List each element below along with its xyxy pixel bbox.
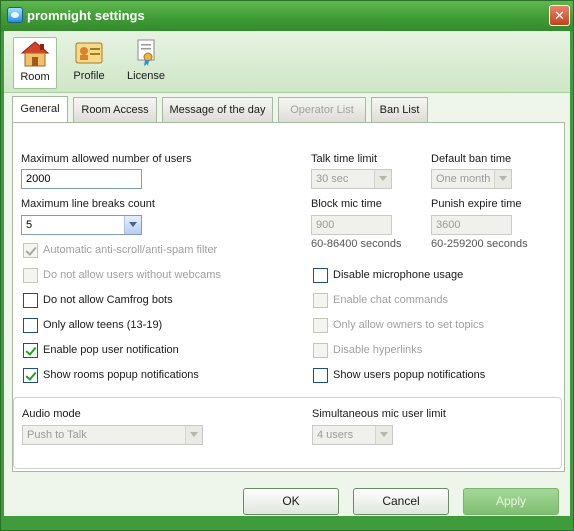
checkbox-label: Only allow owners to set topics xyxy=(333,319,485,331)
max-line-breaks-value: 5 xyxy=(26,219,33,231)
talk-time-limit-select[interactable]: 30 sec xyxy=(311,169,392,189)
settings-window: promnight settings ✕ Room Profile Licens… xyxy=(0,0,574,531)
block-mic-time-label: Block mic time xyxy=(311,198,382,210)
toolbar-label: Profile xyxy=(73,70,105,82)
max-line-breaks-select[interactable]: 5 xyxy=(21,215,142,235)
checkbox-box[interactable] xyxy=(23,268,38,283)
checkbox-box[interactable] xyxy=(23,343,38,358)
checkbox-box[interactable] xyxy=(23,318,38,333)
audio-group: Audio mode Push to Talk Simultaneous mic… xyxy=(13,397,562,469)
block-mic-time-input[interactable]: 900 xyxy=(311,215,392,235)
talk-time-limit-label: Talk time limit xyxy=(311,153,378,165)
punish-expire-time-label: Punish expire time xyxy=(431,198,522,210)
default-ban-time-label: Default ban time xyxy=(431,153,512,165)
app-icon xyxy=(7,7,23,23)
toolbar-label: Room xyxy=(20,71,50,83)
tab-operator-list[interactable]: Operator List xyxy=(278,97,366,123)
checkbox-label: Show users popup notifications xyxy=(333,369,486,381)
max-line-breaks-label: Maximum line breaks count xyxy=(21,198,155,210)
punish-expire-time-hint: 60-259200 seconds xyxy=(431,238,528,250)
checkbox-box[interactable] xyxy=(313,318,328,333)
toolbar-item-profile[interactable]: Profile xyxy=(64,37,114,89)
tab-ban-list[interactable]: Ban List xyxy=(371,97,428,123)
checkbox-label: Automatic anti-scroll/anti-spam filter xyxy=(43,244,218,256)
audio-mode-label: Audio mode xyxy=(22,408,81,420)
checkbox-box[interactable] xyxy=(313,268,328,283)
checkbox-label: Do not allow users without webcams xyxy=(43,269,221,281)
max-users-input[interactable]: 2000 xyxy=(21,169,142,189)
mic-user-limit-value: 4 users xyxy=(317,429,354,441)
chevron-down-icon xyxy=(375,426,392,444)
checkbox-label: Do not allow Camfrog bots xyxy=(43,294,173,306)
checkbox-box[interactable] xyxy=(23,293,38,308)
checkbox-label: Only allow teens (13-19) xyxy=(43,319,163,331)
checkbox-label: Enable chat commands xyxy=(333,294,448,306)
title-bar[interactable]: promnight settings ✕ xyxy=(1,1,573,31)
checkbox-box[interactable] xyxy=(23,243,38,258)
tab-message-of-the-day[interactable]: Message of the day xyxy=(162,97,273,123)
house-icon xyxy=(20,40,50,68)
chevron-down-icon xyxy=(494,170,511,188)
checkbox-box[interactable] xyxy=(23,368,38,383)
window-title: promnight settings xyxy=(27,8,145,23)
apply-button[interactable]: Apply xyxy=(463,488,559,515)
toolbar-item-license[interactable]: License xyxy=(122,37,170,89)
punish-expire-time-input[interactable]: 3600 xyxy=(431,215,512,235)
audio-mode-select[interactable]: Push to Talk xyxy=(22,425,203,445)
toolbar-item-room[interactable]: Room xyxy=(13,37,57,89)
talk-time-limit-value: 30 sec xyxy=(316,173,349,185)
chevron-down-icon xyxy=(185,426,202,444)
mic-user-limit-select[interactable]: 4 users xyxy=(312,425,393,445)
checkbox-label: Show rooms popup notifications xyxy=(43,369,199,381)
ok-button[interactable]: OK xyxy=(243,488,339,515)
block-mic-time-hint: 60-86400 seconds xyxy=(311,238,402,250)
toolbar-label: License xyxy=(127,70,165,82)
audio-mode-value: Push to Talk xyxy=(27,429,87,441)
close-button[interactable]: ✕ xyxy=(549,5,570,26)
section-toolbar: Room Profile License xyxy=(4,31,570,93)
mic-user-limit-label: Simultaneous mic user limit xyxy=(312,408,446,420)
checkbox-label: Enable pop user notification xyxy=(43,344,179,356)
checkbox-box[interactable] xyxy=(313,343,328,358)
checkbox-label: Disable hyperlinks xyxy=(333,344,423,356)
checkbox-box[interactable] xyxy=(313,368,328,383)
max-users-label: Maximum allowed number of users xyxy=(21,153,192,165)
profile-icon xyxy=(74,39,104,67)
checkbox-box[interactable] xyxy=(313,293,328,308)
chevron-down-icon xyxy=(374,170,391,188)
checkbox-label: Disable microphone usage xyxy=(333,269,464,281)
certificate-icon xyxy=(131,39,161,67)
default-ban-time-select[interactable]: One month xyxy=(431,169,512,189)
default-ban-time-value: One month xyxy=(436,173,491,185)
cancel-button[interactable]: Cancel xyxy=(353,488,449,515)
tab-general[interactable]: General xyxy=(12,96,68,124)
general-panel: Maximum allowed number of users 2000 Max… xyxy=(12,122,565,472)
chevron-down-icon[interactable] xyxy=(124,216,141,234)
tab-room-access[interactable]: Room Access xyxy=(73,97,157,123)
